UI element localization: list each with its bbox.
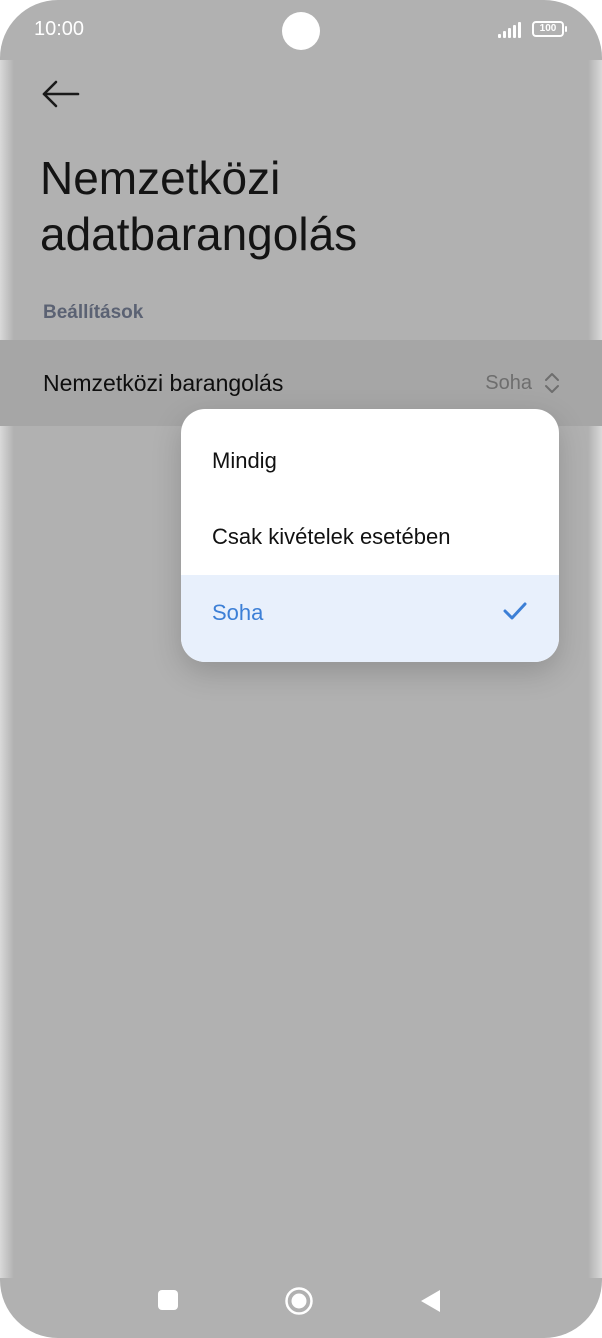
page-title: Nemzetközi adatbarangolás [40,152,358,260]
status-time: 10:00 [34,18,85,40]
circle-icon[interactable] [284,1286,314,1316]
screen-edge-right [588,60,602,1278]
signal-icon [498,22,524,38]
battery-icon: 100 [532,21,567,37]
option-label: Csak kivételek esetében [212,524,451,549]
section-header-settings: Beállítások [43,302,144,323]
dropdown-option-never[interactable]: Soha [181,575,559,662]
square-icon[interactable] [158,1290,178,1310]
dropdown-option-always[interactable]: Mindig [181,423,559,499]
navigation-bar [0,1270,602,1330]
roaming-options-dropdown: Mindig Csak kivételek esetében Soha [181,409,559,662]
back-button[interactable] [38,74,82,114]
option-label: Soha [212,600,264,625]
dropdown-option-exceptions-only[interactable]: Csak kivételek esetében [181,499,559,575]
option-label: Mindig [212,448,277,473]
front-camera-cutout [282,12,320,50]
phone-screen: 10:00 100 Nemzetközi adatbarangolás Beál… [0,0,602,1338]
arrow-left-icon [42,80,80,108]
screen-edge-left [0,60,14,1278]
setting-value: Soha [485,372,532,394]
chevron-up-down-icon [545,373,559,393]
status-bar: 10:00 100 [0,0,602,60]
triangle-left-icon[interactable] [418,1288,442,1314]
setting-label: Nemzetközi barangolás [43,370,284,396]
checkmark-icon [503,602,527,620]
